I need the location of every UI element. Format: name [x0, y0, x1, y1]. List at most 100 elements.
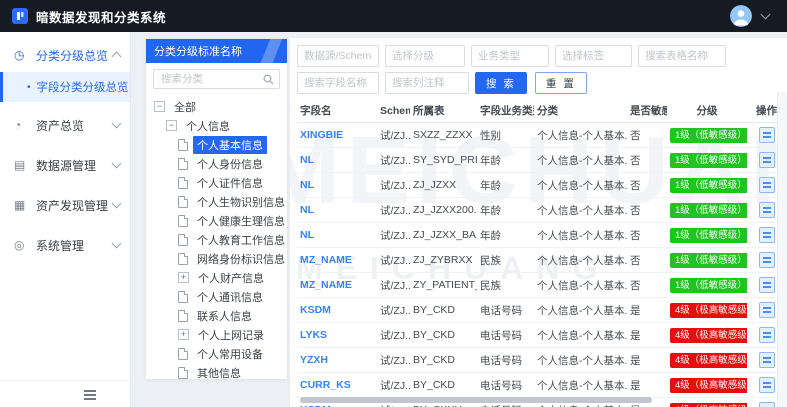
sidebar-item-asset-discovery-management[interactable]: ▦ 资产发现管理 — [0, 188, 130, 222]
sidebar-item-asset-overview[interactable]: ◔ 资产总览 — [0, 108, 130, 142]
filter-row-1 — [297, 45, 787, 67]
collapse-icon: − — [166, 120, 177, 131]
edit-action-icon[interactable] — [758, 152, 775, 168]
table-header-row: 字段名Schema所属表字段业务类型分类是否敏感分级操作 — [297, 99, 787, 123]
edit-action-icon[interactable] — [758, 177, 775, 193]
cell-field-name[interactable]: MZ_NAME — [297, 279, 377, 291]
edit-action-icon[interactable] — [758, 252, 775, 268]
cell-field-name[interactable]: KSDM — [297, 304, 377, 316]
cell-field-name[interactable]: NL — [297, 179, 377, 191]
filter-datasource-schema-input[interactable] — [297, 45, 379, 67]
tree-node[interactable]: 个人生物识别信息 — [146, 192, 287, 211]
cell-field-name[interactable]: NL — [297, 229, 377, 241]
level-badge: 4级（极高敏感级） — [670, 302, 747, 318]
sidebar-subitem-field-classification-overview[interactable]: • 字段分类分级总览 — [0, 72, 130, 102]
cell-category: 个人信息-个人基本... — [537, 129, 627, 142]
app-title: 暗数据发现和分类系统 — [36, 10, 167, 25]
cell-category: 个人信息-个人基本... — [537, 354, 627, 367]
cell-level: 1级（低敏感级） — [667, 202, 747, 218]
filter-search-field-name-input[interactable] — [297, 72, 379, 94]
tree-node-label: 网络身份标识信息 — [197, 253, 285, 266]
tree-node[interactable]: 个人证件信息 — [146, 173, 287, 192]
tree-node[interactable]: − 全部 — [146, 97, 287, 116]
sidebar-item-system-management[interactable]: ◎ 系统管理 — [0, 228, 130, 262]
tree-node[interactable]: 个人身份信息 — [146, 154, 287, 173]
edit-action-icon[interactable] — [758, 227, 775, 243]
cell-business-type: 电话号码 — [480, 379, 522, 392]
edit-action-icon[interactable] — [758, 402, 775, 407]
topbar: 暗数据发现和分类系统 — [0, 0, 787, 32]
search-button[interactable]: 搜 索 — [475, 72, 527, 94]
tree-node[interactable]: + 个人上网记录 — [146, 325, 287, 344]
edit-action-icon[interactable] — [758, 202, 775, 218]
tree-search-input[interactable] — [159, 72, 259, 86]
edit-action-icon[interactable] — [758, 127, 775, 143]
filter-row-2: 搜 索重 置 — [297, 72, 787, 94]
horizontal-scrollbar-thumb[interactable] — [300, 397, 652, 403]
cell-level: 1级（低敏感级） — [667, 152, 747, 168]
edit-action-icon[interactable] — [758, 352, 775, 368]
column-header-3: 字段业务类型 — [480, 105, 534, 117]
cell-field-name[interactable]: CURR_KS — [297, 379, 377, 391]
edit-action-icon[interactable] — [758, 327, 775, 343]
level-badge: 1级（低敏感级） — [670, 127, 747, 143]
filter-select-level-input[interactable] — [385, 45, 465, 67]
file-icon — [178, 214, 188, 227]
tree-node-label: 个人通讯信息 — [197, 291, 263, 304]
edit-action-icon[interactable] — [758, 277, 775, 293]
user-avatar[interactable] — [730, 5, 752, 27]
cell-business-type: 年龄 — [480, 229, 501, 242]
cell-field-name[interactable]: XINGBIE — [297, 129, 377, 141]
tree-node[interactable]: 个人基本信息 — [146, 135, 287, 154]
tree-node[interactable]: − 个人信息 — [146, 116, 287, 135]
sidebar-menu: ◷ 分类分级总览 • 字段分类分级总览 ◔ 资产总览 ▤ 数据源管理 ▦ 资产发现管理 ◎ 系统管理 — [0, 38, 130, 262]
tree-node[interactable]: 个人通讯信息 — [146, 287, 287, 306]
tree-node[interactable]: 网络身份标识信息 — [146, 249, 287, 268]
column-header-1: Schema — [380, 104, 410, 117]
user-menu-chevron-down-icon[interactable] — [760, 9, 771, 20]
tree-node[interactable]: 个人教育工作信息 — [146, 230, 287, 249]
cell-business-type: 民族 — [480, 279, 501, 292]
tree-node-label: 个人常用设备 — [197, 348, 263, 361]
filter-search-column-comment-input[interactable] — [385, 72, 469, 94]
filter-business-type-input[interactable] — [471, 45, 549, 67]
cell-table-name: ZJ_JZXX200... — [413, 204, 477, 216]
cell-level: 4级（极高敏感级） — [667, 402, 747, 407]
collapse-sidebar-icon[interactable] — [84, 390, 96, 392]
tree-node[interactable]: 个人常用设备 — [146, 344, 287, 363]
reset-button[interactable]: 重 置 — [534, 72, 587, 94]
cell-field-name[interactable]: MZ_NAME — [297, 254, 377, 266]
cell-field-name[interactable]: NL — [297, 204, 377, 216]
column-header-2: 所属表 — [413, 105, 445, 117]
cell-category: 个人信息-个人基本... — [537, 279, 627, 292]
cell-category: 个人信息-个人基本... — [537, 304, 627, 317]
cell-business-type: 电话号码 — [480, 304, 522, 317]
cell-category: 个人信息-个人基本... — [537, 204, 627, 217]
file-icon — [178, 195, 188, 208]
tree-node[interactable]: + 个人财产信息 — [146, 268, 287, 287]
table-row: LYKS试/ZJ...BY_CKD 电话号码 个人信息-个人基本...是 4级（极高敏… — [297, 323, 787, 348]
cell-field-name[interactable]: NL — [297, 154, 377, 166]
cell-sensitive: 否 — [630, 279, 641, 292]
cell-business-type: 年龄 — [480, 204, 501, 217]
tree-node[interactable]: 个人健康生理信息 — [146, 211, 287, 230]
tree-node-label: 个人信息 — [186, 120, 230, 133]
cell-table-name: BY_CKD — [413, 354, 456, 366]
tree-node[interactable]: 联系人信息 — [146, 306, 287, 325]
edit-action-icon[interactable] — [758, 302, 775, 318]
filter-search-table-name-input[interactable] — [638, 45, 726, 67]
filter-select-tag-input[interactable] — [555, 45, 632, 67]
edit-action-icon[interactable] — [758, 377, 775, 393]
cell-category: 个人信息-个人基本... — [537, 229, 627, 242]
sidebar-footer — [0, 380, 129, 407]
cell-field-name[interactable]: LYKS — [297, 329, 377, 341]
cell-schema: 试/ZJ... — [380, 129, 410, 142]
main-panel: MEICHUANG MEICHUANG 搜 索重 置 字段名Schema所属表字… — [290, 38, 787, 407]
tree-node[interactable]: 其他信息 — [146, 363, 287, 382]
file-icon — [178, 347, 188, 360]
sidebar-item-classification-overview[interactable]: ◷ 分类分级总览 — [0, 38, 130, 72]
sidebar-item-datasource-management[interactable]: ▤ 数据源管理 — [0, 148, 130, 182]
cell-field-name[interactable]: YZXH — [297, 354, 377, 366]
tree-node-label: 全部 — [174, 101, 196, 114]
level-badge: 1级（低敏感级） — [670, 177, 747, 193]
